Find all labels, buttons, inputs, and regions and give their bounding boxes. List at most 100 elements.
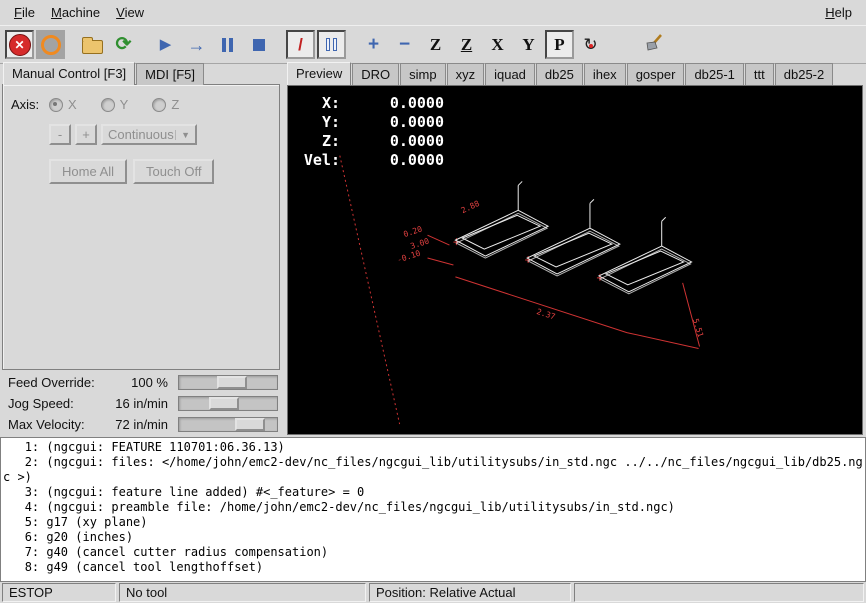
tab-mdi[interactable]: MDI [F5] — [136, 63, 204, 85]
readout-y-label: Y: — [298, 113, 340, 132]
slider-stack: Feed Override: 100 % Jog Speed: 16 in/mi… — [0, 372, 284, 435]
axis-x-label: X — [68, 97, 77, 112]
feed-override-label: Feed Override: — [8, 375, 102, 390]
jog-speed-row: Jog Speed: 16 in/min — [0, 393, 284, 414]
axis-z-label: Z — [171, 97, 179, 112]
dimension-label: -0.10 — [396, 249, 422, 265]
tab-ttt[interactable]: ttt — [745, 63, 774, 85]
preview-panel: Preview DRO simp xyz iquad db25 ihex gos… — [284, 62, 866, 437]
jog-speed-slider[interactable] — [178, 396, 278, 411]
clear-plot-icon — [645, 34, 665, 55]
clear-plot-button[interactable] — [640, 30, 669, 59]
readout-x-value: 0.0000 — [340, 94, 444, 113]
readout-y: Y: 0.0000 — [298, 113, 444, 132]
max-velocity-row: Max Velocity: 72 in/min — [0, 414, 284, 435]
readout-z: Z: 0.0000 — [298, 132, 444, 151]
toolbar-group-machine: ✕ — [5, 30, 65, 59]
estop-button[interactable]: ✕ — [5, 30, 34, 59]
tab-dro[interactable]: DRO — [352, 63, 399, 85]
stop-button[interactable] — [244, 30, 273, 59]
optional-pause-icon — [326, 38, 337, 51]
reload-icon: ⟳ — [116, 35, 132, 54]
gcode-line[interactable]: 4: (ngcgui: preamble file: /home/john/em… — [3, 500, 863, 515]
step-button[interactable]: → — [182, 30, 211, 59]
feed-override-slider[interactable] — [178, 375, 278, 390]
axis-radio-y[interactable]: Y — [101, 97, 129, 112]
open-file-button[interactable] — [78, 30, 107, 59]
estop-icon: ✕ — [9, 34, 31, 56]
chevron-down-icon: ▼ — [175, 130, 190, 140]
gcode-line[interactable]: 5: g17 (xy plane) — [3, 515, 863, 530]
view-top-rotated-button[interactable]: Z — [452, 30, 481, 59]
jog-minus-button[interactable]: - — [49, 124, 71, 145]
zoom-in-icon: + — [368, 35, 379, 54]
tab-simp[interactable]: simp — [400, 63, 445, 85]
menu-machine[interactable]: Machine — [43, 2, 108, 23]
jog-mode-select[interactable]: Continuous ▼ — [101, 124, 197, 145]
axis-radio-x[interactable]: X — [49, 97, 77, 112]
run-button[interactable]: ▶ — [151, 30, 180, 59]
open-folder-icon — [82, 40, 103, 54]
rotate-view-button[interactable]: ↻ — [576, 30, 605, 59]
menu-view[interactable]: View — [108, 2, 152, 23]
axis-radio-z[interactable]: Z — [152, 97, 179, 112]
dimension-label: 5.51 — [691, 317, 705, 338]
preview-canvas[interactable]: 0.20 3.00 -0.10 2.88 2.37 5.51 — [287, 85, 863, 435]
tab-preview[interactable]: Preview — [287, 62, 351, 85]
feed-override-handle[interactable] — [217, 376, 247, 389]
jog-row: - + Continuous ▼ — [3, 112, 279, 145]
gcode-listing[interactable]: 1: (ngcgui: FEATURE 110701:06.36.13) 2: … — [0, 437, 866, 582]
tab-gosper[interactable]: gosper — [627, 63, 685, 85]
gcode-line[interactable]: 3: (ngcgui: feature line added) #<_featu… — [3, 485, 863, 500]
view-top-button[interactable]: Z — [421, 30, 450, 59]
status-machine-state: ESTOP — [2, 583, 116, 602]
menu-file[interactable]: File — [6, 2, 43, 23]
tab-db25-1[interactable]: db25-1 — [685, 63, 743, 85]
machine-power-button[interactable] — [36, 30, 65, 59]
reload-button[interactable]: ⟳ — [109, 30, 138, 59]
axis-row: Axis: X Y Z — [3, 85, 279, 112]
max-velocity-label: Max Velocity: — [8, 417, 102, 432]
radio-z-icon — [152, 98, 166, 112]
tab-xyz[interactable]: xyz — [447, 63, 485, 85]
tab-manual-control[interactable]: Manual Control [F3] — [3, 62, 135, 85]
power-icon — [41, 35, 61, 55]
optional-pause-toggle[interactable] — [317, 30, 346, 59]
view-side-button[interactable]: X — [483, 30, 512, 59]
tab-iquad[interactable]: iquad — [485, 63, 535, 85]
max-velocity-handle[interactable] — [235, 418, 265, 431]
step-icon: → — [188, 36, 206, 54]
rotate-view-icon: ↻ — [583, 36, 597, 53]
view-top-icon: Z — [430, 36, 441, 53]
zoom-out-icon: − — [399, 35, 410, 54]
view-front-button[interactable]: Y — [514, 30, 543, 59]
tab-db25-2[interactable]: db25-2 — [775, 63, 833, 85]
gcode-line[interactable]: 1: (ngcgui: FEATURE 110701:06.36.13) — [3, 440, 863, 455]
block-delete-toggle[interactable]: / — [286, 30, 315, 59]
toolbar-group-toggles: / — [286, 30, 346, 59]
axis-window: File Machine View Help ✕ ⟳ ▶ — [0, 0, 866, 603]
touch-off-button[interactable]: Touch Off — [133, 159, 214, 184]
readout-z-label: Z: — [298, 132, 340, 151]
jog-plus-button[interactable]: + — [75, 124, 97, 145]
zoom-out-button[interactable]: − — [390, 30, 419, 59]
gcode-line[interactable]: 8: g49 (cancel tool lengthoffset) — [3, 560, 863, 575]
menubar: File Machine View Help — [0, 0, 866, 25]
gcode-line[interactable]: 7: g40 (cancel cutter radius compensatio… — [3, 545, 863, 560]
jog-speed-label: Jog Speed: — [8, 396, 102, 411]
pause-button[interactable] — [213, 30, 242, 59]
readout-x-label: X: — [298, 94, 340, 113]
menu-help[interactable]: Help — [817, 2, 860, 23]
axis-y-label: Y — [120, 97, 129, 112]
tab-ihex[interactable]: ihex — [584, 63, 626, 85]
tab-db25[interactable]: db25 — [536, 63, 583, 85]
view-perspective-button[interactable]: P — [545, 30, 574, 59]
view-side-icon: X — [491, 36, 503, 53]
home-all-button[interactable]: Home All — [49, 159, 127, 184]
gcode-line[interactable]: 2: (ngcgui: files: </home/john/emc2-dev/… — [3, 455, 863, 485]
gcode-line[interactable]: 6: g20 (inches) — [3, 530, 863, 545]
toolbar-group-plot — [640, 30, 669, 59]
zoom-in-button[interactable]: + — [359, 30, 388, 59]
jog-speed-handle[interactable] — [209, 397, 239, 410]
max-velocity-slider[interactable] — [178, 417, 278, 432]
